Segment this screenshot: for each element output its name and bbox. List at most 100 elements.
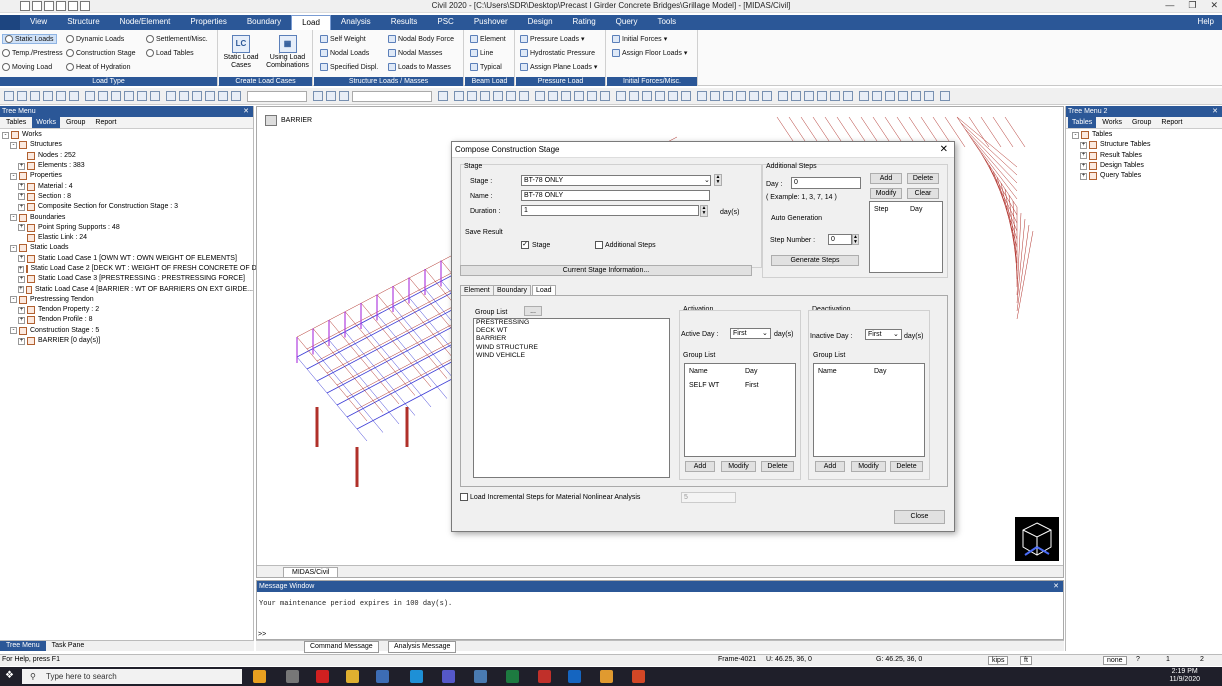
left-tab-report[interactable]: Report [91,117,120,128]
element-beam-load-button[interactable]: Element [470,35,506,43]
toolbar-tool-icon[interactable] [137,91,147,101]
collapse-icon[interactable]: - [10,172,17,180]
toolbar-tool-icon[interactable] [205,91,215,101]
toolbar-tool-icon[interactable] [231,91,241,101]
steps-list[interactable]: Step Day [869,201,943,273]
windows-start-icon[interactable]: ❖ [5,670,14,681]
tree-node[interactable]: + Result Tables [1066,151,1222,161]
activation-add-button[interactable]: Add [685,461,715,472]
left-bottom-tab-tree-menu[interactable]: Tree Menu [0,641,46,651]
expand-icon[interactable]: + [18,337,25,345]
command-message-tab[interactable]: Command Message [304,641,379,653]
tree-node[interactable]: + Tendon Property : 2 [0,305,253,315]
current-stage-information-button[interactable]: Current Stage Information... [460,265,752,276]
duration-spinner[interactable]: ▲ ▼ [700,205,708,217]
expand-icon[interactable]: + [1080,141,1087,149]
using-load-combinations-button[interactable]: ▦ Using Load Combinations [264,35,311,70]
nodal-body-force-button[interactable]: Nodal Body Force [388,35,454,43]
loads-to-masses-button[interactable]: Loads to Masses [388,63,451,71]
toolbar-tool-icon[interactable] [519,91,529,101]
assign-plane-loads-button[interactable]: Assign Plane Loads ▾ [520,63,597,71]
app-icon[interactable] [286,670,299,683]
expand-icon[interactable]: + [18,286,24,294]
collapse-icon[interactable]: - [10,244,17,252]
chevron-down-icon[interactable]: ⌄ [893,330,899,338]
page-current[interactable]: 1 [1166,656,1170,663]
toolbar-tool-icon[interactable] [124,91,134,101]
stage-checkbox[interactable]: ✓ [521,241,529,249]
additional-steps-checkbox[interactable] [595,241,603,249]
generate-steps-button[interactable]: Generate Steps [771,255,859,266]
outlook-icon[interactable] [568,670,581,683]
toolbar-tool-icon[interactable] [697,91,707,101]
toolbar-tool-icon[interactable] [480,91,490,101]
toolbar-select[interactable] [352,91,432,102]
left-bottom-tab-task-pane[interactable]: Task Pane [46,641,91,651]
group-list-browse-button[interactable]: ... [524,306,542,316]
activation-row-name[interactable]: SELF WT [689,382,719,389]
toolbar-tool-icon[interactable] [736,91,746,101]
left-tab-group[interactable]: Group [62,117,89,128]
close-icon[interactable]: ✕ [940,142,948,158]
toolbar-tool-icon[interactable] [69,91,79,101]
toolbar-tool-icon[interactable] [98,91,108,101]
menu-properties[interactable]: Properties [180,15,236,30]
construction-stage-button[interactable]: Construction Stage [66,49,136,57]
tree-node[interactable]: - Prestressing Tendon [0,295,253,305]
modify-step-button[interactable]: Modify [870,188,902,199]
toolbar-tool-icon[interactable] [339,91,349,101]
menu-pushover[interactable]: Pushover [464,15,518,30]
deactivation-modify-button[interactable]: Modify [851,461,886,472]
tree-node[interactable]: - Properties [0,171,253,181]
viewport-tab[interactable]: MIDAS/Civil [283,567,339,577]
tree-node[interactable]: - Works [0,130,253,140]
expand-icon[interactable]: + [18,224,25,232]
toolbar-tool-icon[interactable] [561,91,571,101]
tree-node[interactable]: + Elements : 383 [0,161,253,171]
expand-icon[interactable]: + [18,193,25,201]
taskbar-search[interactable]: ⚲ Type here to search [22,669,242,684]
toolbar-tool-icon[interactable] [791,91,801,101]
tree-node[interactable]: + BARRIER [0 day(s)] [0,336,253,346]
dynamic-loads-button[interactable]: Dynamic Loads [66,35,124,43]
menu-load[interactable]: Load [291,15,331,30]
toolbar-tool-icon[interactable] [898,91,908,101]
duration-field[interactable]: 1 [521,205,699,216]
toolbar-tool-icon[interactable] [642,91,652,101]
incremental-steps-field[interactable]: 5 [681,492,736,503]
deactivation-delete-button[interactable]: Delete [890,461,923,472]
activation-group-list[interactable]: Name Day SELF WT First [684,363,796,457]
edge-icon[interactable] [410,670,423,683]
filter-select[interactable]: none [1103,656,1127,665]
toolbar-tool-icon[interactable] [111,91,121,101]
step-number-field[interactable]: 0 [828,234,852,245]
activation-modify-button[interactable]: Modify [721,461,756,472]
toolbar-tool-icon[interactable] [192,91,202,101]
expand-icon[interactable]: + [18,306,25,314]
toolbar-tool-icon[interactable] [872,91,882,101]
expand-icon[interactable]: - [1072,131,1079,139]
menu-query[interactable]: Query [606,15,648,30]
toolbar-tool-icon[interactable] [600,91,610,101]
static-loads-button[interactable]: Static Loads [2,34,57,44]
length-unit-select[interactable]: ft [1020,656,1032,665]
pressure-loads-button[interactable]: Pressure Loads ▾ [520,35,585,43]
restore-icon[interactable]: ❐ [1188,0,1196,11]
tree-node[interactable]: - Structures [0,140,253,150]
help-menu[interactable]: Help [1198,17,1214,26]
right-tab-tables[interactable]: Tables [1068,117,1097,128]
powerpoint-icon[interactable] [632,670,645,683]
expand-icon[interactable]: + [1080,162,1087,170]
expand-icon[interactable]: + [18,255,25,263]
analysis-message-tab[interactable]: Analysis Message [388,641,457,653]
activation-delete-button[interactable]: Delete [761,461,794,472]
tree-node[interactable]: + Section : 8 [0,192,253,202]
chrome-icon[interactable] [253,670,266,683]
collapse-icon[interactable]: - [10,214,17,222]
nodal-masses-button[interactable]: Nodal Masses [388,49,442,57]
left-tab-works[interactable]: Works [32,117,60,128]
expand-icon[interactable]: + [18,265,24,273]
opera-icon[interactable] [316,670,329,683]
toolbar-tool-icon[interactable] [548,91,558,101]
tree-node[interactable]: + Static Load Case 1 [OWN WT : OWN WEIGHT… [0,254,253,264]
